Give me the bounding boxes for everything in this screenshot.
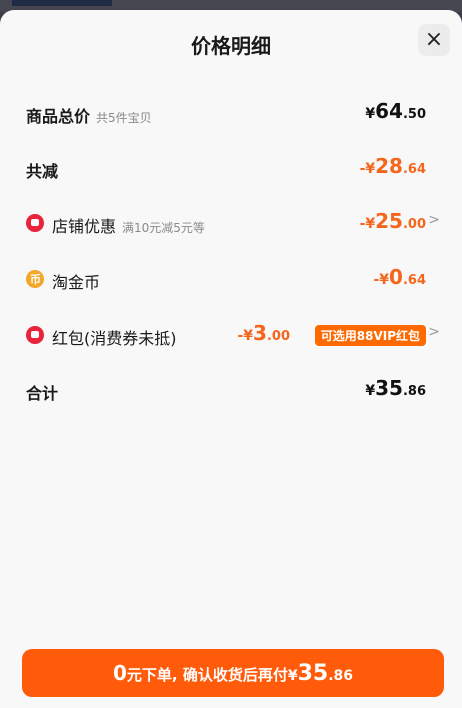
total-price-label: 商品总价 共5件宝贝 bbox=[26, 107, 152, 126]
row-sum: 合计 ¥35.86 bbox=[0, 370, 462, 410]
chevron-right-icon[interactable]: > bbox=[428, 324, 440, 340]
total-discount-value: -¥28.64 bbox=[359, 154, 426, 178]
shop-discount-label: 店铺优惠 满10元减5元等 bbox=[52, 217, 205, 236]
shop-discount-value: -¥25.00 bbox=[359, 209, 426, 233]
total-discount-label: 共减 bbox=[26, 162, 59, 181]
taojinbi-value: -¥0.64 bbox=[373, 265, 426, 289]
red-packet-icon bbox=[26, 326, 44, 344]
total-price-value: ¥64.50 bbox=[365, 99, 426, 123]
sum-value: ¥35.86 bbox=[365, 376, 426, 400]
background-thumbnail bbox=[12, 0, 112, 6]
row-taojinbi: 币 淘金币 -¥0.64 bbox=[0, 259, 462, 299]
red-packet-label: 红包(消费券未抵) bbox=[52, 329, 177, 348]
price-detail-sheet: 价格明细 × 商品总价 共5件宝贝 ¥64.50 共减 -¥28.64 店铺优惠满… bbox=[0, 10, 462, 708]
item-count: 共5件宝贝 bbox=[96, 111, 152, 125]
taojinbi-label: 淘金币 bbox=[52, 273, 101, 292]
chevron-right-icon[interactable]: > bbox=[428, 212, 440, 228]
red-packet-value: -¥3.00 bbox=[237, 321, 290, 345]
close-icon[interactable]: × bbox=[418, 24, 450, 56]
taojinbi-coin-icon: 币 bbox=[26, 270, 44, 288]
sum-label: 合计 bbox=[26, 384, 59, 403]
row-total-price: 商品总价 共5件宝贝 ¥64.50 bbox=[0, 93, 462, 133]
row-shop-discount[interactable]: 店铺优惠 满10元减5元等 -¥25.00 > bbox=[0, 203, 462, 243]
shop-discount-rule: 满10元减5元等 bbox=[122, 221, 205, 235]
row-red-packet[interactable]: 红包(消费券未抵) -¥3.00 可选用88VIP红包 > bbox=[0, 315, 462, 355]
place-order-button[interactable]: 0元下单, 确认收货后再付¥35.86 bbox=[22, 649, 444, 697]
vip-red-packet-badge[interactable]: 可选用88VIP红包 bbox=[314, 325, 426, 346]
shop-coupon-icon bbox=[26, 214, 44, 232]
row-total-discount: 共减 -¥28.64 bbox=[0, 148, 462, 188]
page-title: 价格明细 bbox=[191, 34, 271, 58]
